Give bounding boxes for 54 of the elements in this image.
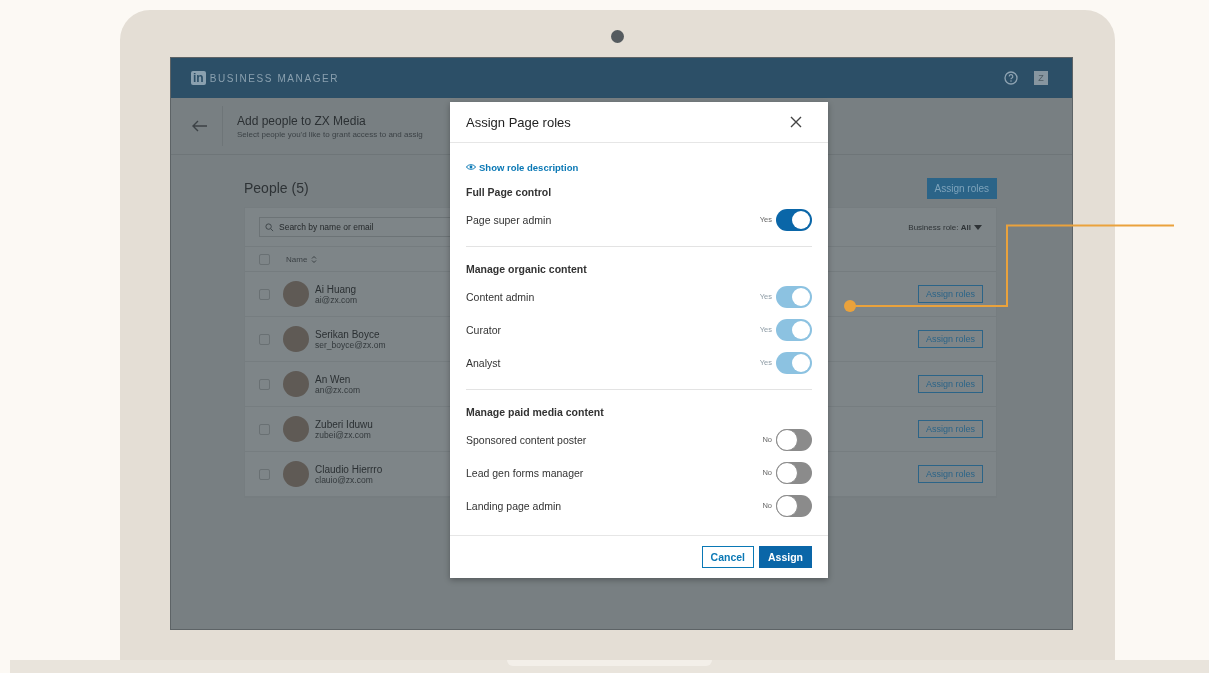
caret-icon	[974, 224, 982, 230]
logo-mark: in	[191, 71, 206, 85]
role-group-title: Manage organic content	[466, 263, 588, 275]
person-email: clauio@zx.com	[315, 474, 374, 485]
assign-roles-button[interactable]: Assign roles	[917, 285, 983, 303]
avatar-placeholder	[283, 326, 309, 352]
person-email: zubei@zx.com	[315, 429, 372, 440]
search-icon	[265, 223, 274, 232]
role-toggle[interactable]	[776, 208, 812, 231]
person-name: Ai Huang	[315, 283, 358, 295]
role-label: Analyst	[466, 356, 501, 369]
role-label: Curator	[466, 323, 501, 336]
eye-icon	[466, 163, 476, 171]
role-toggle[interactable]	[776, 461, 812, 484]
assign-button[interactable]: Assign	[759, 546, 812, 568]
close-icon[interactable]	[790, 116, 802, 128]
role-label: Content admin	[466, 290, 535, 303]
role-group-title: Full Page control	[466, 186, 553, 198]
role-label: Sponsored content poster	[466, 433, 587, 446]
help-icon[interactable]	[1004, 71, 1018, 85]
assign-roles-button[interactable]: Assign roles	[917, 330, 983, 348]
section-title: People (5)	[244, 180, 309, 196]
person-email: an@zx.com	[315, 384, 360, 395]
assign-roles-button[interactable]: Assign roles	[917, 465, 983, 483]
dialog-title: Assign Page roles	[466, 114, 571, 130]
cancel-button[interactable]: Cancel	[701, 546, 754, 568]
person-name: Zuberi Iduwu	[315, 418, 373, 430]
assign-roles-button[interactable]: Assign roles	[917, 375, 983, 393]
avatar-placeholder	[283, 281, 309, 307]
avatar-placeholder	[283, 461, 309, 487]
role-group-title: Manage paid media content	[466, 406, 605, 418]
person-email: ser_boyce@zx.om	[315, 339, 386, 350]
camera-dot	[610, 30, 624, 43]
person-name: An Wen	[315, 373, 352, 385]
person-name: Claudio Hierrro	[315, 463, 383, 475]
role-toggle[interactable]	[776, 494, 812, 517]
page-title: Add people to ZX Media	[237, 113, 367, 128]
business-role-filter[interactable]: Business role: All	[908, 222, 982, 232]
role-label: Page super admin	[466, 213, 552, 226]
avatar-placeholder	[283, 416, 309, 442]
user-avatar[interactable]: Z	[1034, 71, 1048, 85]
person-email: ai@zx.com	[315, 294, 358, 305]
avatar-placeholder	[283, 371, 309, 397]
name-column-header[interactable]: Name	[286, 254, 308, 264]
role-toggle[interactable]	[776, 428, 812, 451]
sort-icon[interactable]	[311, 254, 318, 264]
assign-roles-button[interactable]: Assign roles	[926, 177, 997, 199]
brand-name: BUSINESS MANAGER	[209, 72, 340, 84]
role-label: Landing page admin	[466, 499, 562, 512]
assign-roles-button[interactable]: Assign roles	[917, 420, 983, 438]
back-arrow-icon[interactable]	[192, 120, 208, 132]
role-label: Lead gen forms manager	[466, 466, 584, 479]
person-name: Serikan Boyce	[315, 328, 381, 340]
show-role-description-link[interactable]: Show role description	[466, 161, 579, 173]
